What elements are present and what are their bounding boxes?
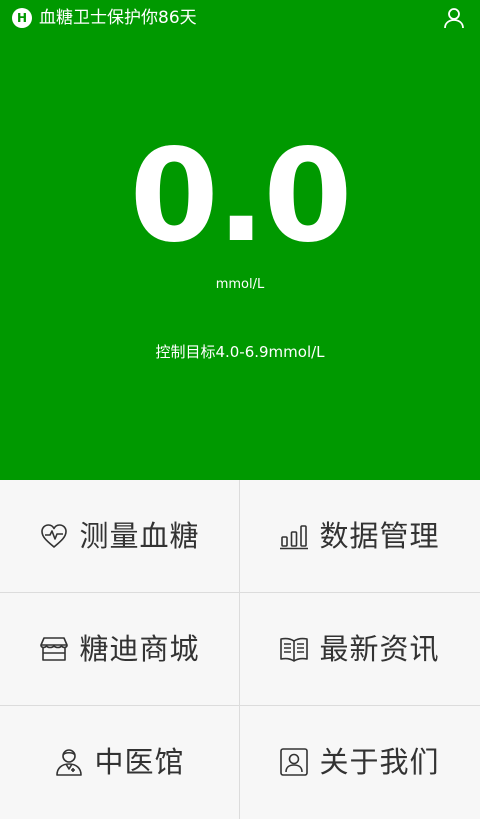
- menu-label: 关于我们: [319, 745, 440, 779]
- menu-measure-glucose[interactable]: 测量血糖: [0, 480, 239, 592]
- bar-chart-icon: [280, 525, 309, 550]
- top-bar: H 血糖卫士保护你86天: [0, 0, 480, 36]
- menu-shop[interactable]: 糖迪商城: [0, 593, 239, 705]
- menu-tcm-clinic[interactable]: 中医馆: [0, 706, 239, 818]
- menu-data-management[interactable]: 数据管理: [240, 480, 479, 592]
- menu-about-us[interactable]: 关于我们: [240, 706, 479, 818]
- glucose-unit: mmol/L: [215, 277, 265, 292]
- menu-label: 糖迪商城: [79, 632, 200, 666]
- glucose-panel: H 血糖卫士保护你86天 0.0 mmol/L 控制目标4.0-6.9mmol/…: [0, 0, 480, 480]
- doctor-icon: [56, 749, 83, 776]
- menu-label: 最新资讯: [319, 632, 440, 666]
- menu-label: 中医馆: [94, 745, 185, 779]
- user-icon[interactable]: [442, 6, 466, 30]
- menu-news[interactable]: 最新资讯: [240, 593, 479, 705]
- glucose-reading: 0.0: [129, 122, 353, 271]
- book-icon: [280, 637, 309, 662]
- contact-card-icon: [280, 748, 309, 776]
- target-range: 控制目标4.0-6.9mmol/L: [155, 343, 325, 361]
- menu-label: 测量血糖: [79, 519, 200, 553]
- shop-icon: [40, 637, 69, 661]
- heart-pulse-icon: [41, 524, 68, 548]
- menu-label: 数据管理: [319, 519, 440, 553]
- menu-grid: 测量血糖 数据管理 糖迪商城 最新资讯 中医馆 关于我们: [0, 480, 480, 819]
- logo-icon: H: [12, 8, 32, 28]
- app-title: 血糖卫士保护你86天: [39, 8, 197, 28]
